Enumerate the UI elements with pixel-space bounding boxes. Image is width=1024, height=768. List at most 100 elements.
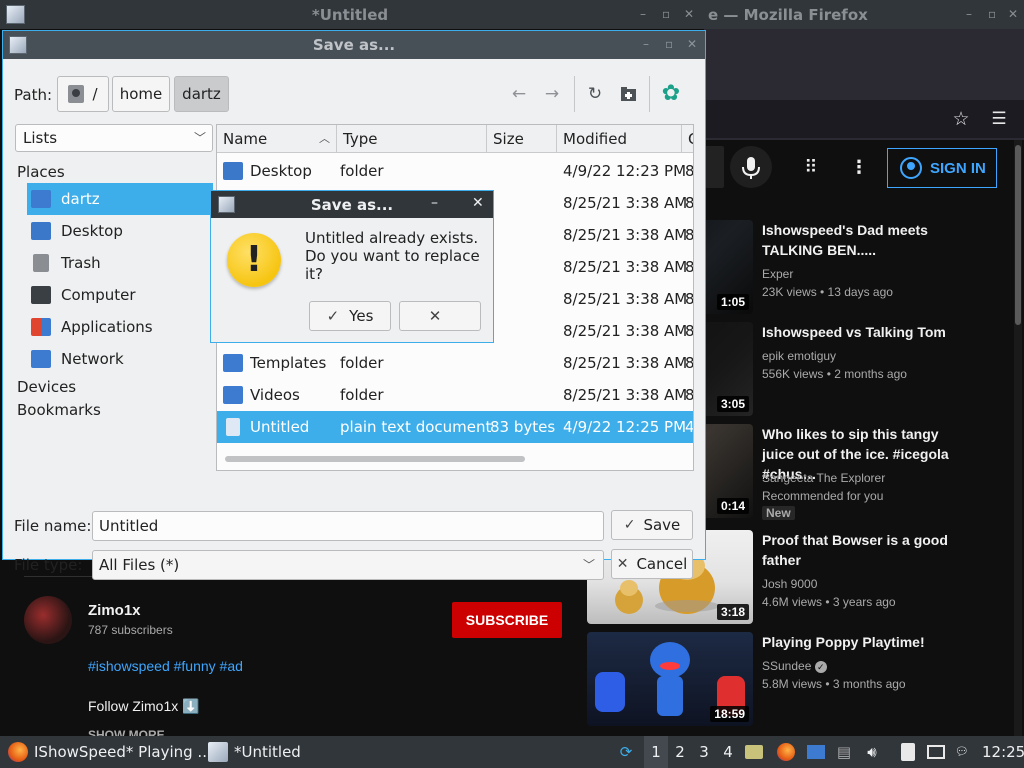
forward-arrow-icon[interactable]: → (540, 82, 564, 106)
dialog-title: Save as... (312, 36, 396, 54)
sidebar-item-trash[interactable]: Trash (27, 247, 213, 279)
app-logo-icon[interactable]: ✿ (659, 82, 683, 106)
video-title[interactable]: Proof that Bowser is a good father (762, 530, 972, 570)
table-row[interactable]: Videos folder 8/25/21 3:38 AM 8 (217, 379, 693, 411)
close-icon[interactable]: ✕ (684, 7, 694, 21)
view-mode-select[interactable]: Lists ﹀ (15, 124, 213, 152)
sign-in-label: SIGN IN (930, 159, 986, 177)
horizontal-scrollbar[interactable] (225, 456, 525, 462)
close-icon[interactable]: ✕ (687, 37, 697, 51)
firefox-minimize-icon[interactable]: – (966, 7, 972, 21)
show-desktop-icon[interactable] (806, 742, 826, 762)
column-header-name[interactable]: Name ︿ (217, 125, 337, 153)
cancel-button[interactable]: ✕ Cancel (611, 549, 693, 579)
new-badge: New (762, 506, 795, 520)
breadcrumb-root[interactable]: / (57, 76, 109, 112)
hashtags-link[interactable]: #ishowspeed #funny #ad (88, 658, 243, 674)
minimize-icon[interactable]: – (431, 195, 438, 211)
file-type-select[interactable]: All Files (*) ﹀ (92, 550, 604, 580)
clipboard-icon[interactable] (898, 742, 918, 762)
new-folder-icon[interactable] (617, 82, 641, 106)
no-button[interactable]: ✕ (399, 301, 481, 331)
file-type-label: File type: (14, 556, 83, 574)
sidebar-item-desktop[interactable]: Desktop (27, 215, 213, 247)
column-header-modified[interactable]: Modified (557, 125, 682, 153)
workspace-2[interactable]: 2 (668, 736, 692, 768)
video-item[interactable]: 18:59 Playing Poppy Playtime! SSundee ✓ … (587, 632, 1007, 728)
breadcrumb-dartz[interactable]: dartz (174, 76, 229, 112)
save-button[interactable]: ✓ Save (611, 510, 693, 540)
sidebar-item-dartz[interactable]: dartz (27, 183, 213, 215)
subscribe-button[interactable]: SUBSCRIBE (452, 602, 562, 638)
dialog-titlebar[interactable]: Save as... – ▫ ✕ (3, 31, 705, 59)
workspace-1[interactable]: 1 (644, 736, 668, 768)
volume-icon[interactable]: 🔊︎ (862, 742, 882, 762)
network-tray-icon[interactable] (926, 742, 946, 762)
taskbar-item-editor[interactable]: *Untitled (208, 736, 301, 768)
minimize-icon[interactable]: – (643, 37, 649, 51)
video-duration: 1:05 (716, 294, 749, 310)
close-icon[interactable]: ✕ (472, 195, 484, 211)
video-title[interactable]: Ishowspeed's Dad meets TALKING BEN..... (762, 220, 972, 260)
sidebar-item-applications[interactable]: Applications (27, 311, 213, 343)
notes-icon[interactable]: ▤ (834, 742, 854, 762)
workspace-3[interactable]: 3 (692, 736, 716, 768)
desktop-switcher-icon[interactable]: ⟳ (616, 742, 636, 762)
apps-grid-icon[interactable]: ⠿ (800, 157, 822, 179)
firefox-launcher-icon[interactable] (776, 742, 796, 762)
network-icon (31, 350, 51, 368)
video-thumbnail[interactable]: 18:59 (587, 632, 753, 726)
table-row[interactable]: Desktop folder 4/9/22 12:23 PM 8 (217, 155, 693, 187)
reload-icon[interactable]: ↻ (583, 82, 607, 106)
description-text: Follow Zimo1x ⬇️ (88, 698, 200, 714)
places-header: Places (17, 163, 65, 181)
video-channel[interactable]: SSundee ✓ (762, 657, 827, 675)
dialog-titlebar[interactable]: Save as... – ✕ (211, 191, 493, 218)
voice-search-button[interactable] (730, 146, 772, 188)
verified-icon: ✓ (814, 660, 827, 673)
sidebar-item-computer[interactable]: Computer (27, 279, 213, 311)
video-stats: 4.6M views • 3 years ago (762, 595, 896, 609)
clock[interactable]: 12:25 (982, 736, 1024, 768)
maximize-icon[interactable]: ▫ (662, 7, 670, 21)
workspace-4[interactable]: 4 (716, 736, 740, 768)
file-name-input[interactable]: Untitled (92, 511, 604, 541)
avatar[interactable] (24, 596, 72, 644)
yes-button[interactable]: ✓ Yes (309, 301, 391, 331)
sign-in-button[interactable]: SIGN IN (887, 148, 997, 188)
video-stats: 5.8M views • 3 months ago (762, 677, 906, 691)
video-channel[interactable]: epik emotiguy (762, 347, 836, 365)
firefox-urlbar-area[interactable] (704, 100, 1024, 138)
file-manager-icon[interactable] (744, 742, 764, 762)
notification-icon[interactable]: 💬︎ (952, 742, 972, 762)
maximize-icon[interactable]: ▫ (665, 37, 673, 51)
hamburger-menu-icon[interactable]: ☰ (988, 108, 1010, 130)
taskbar-item-firefox[interactable]: IShowSpeed* Playing ... (8, 736, 212, 768)
video-title[interactable]: Playing Poppy Playtime! (762, 632, 972, 652)
bookmarks-header[interactable]: Bookmarks (17, 401, 101, 419)
more-options-icon[interactable]: ⋮ (848, 157, 870, 179)
video-title[interactable]: Ishowspeed vs Talking Tom (762, 322, 972, 342)
page-scrollbar[interactable] (1014, 140, 1022, 736)
column-header-type[interactable]: Type (337, 125, 487, 153)
channel-name[interactable]: Zimo1x (88, 602, 141, 619)
firefox-maximize-icon[interactable]: ▫ (988, 7, 996, 21)
file-name-label: File name: (14, 517, 92, 535)
replace-confirm-dialog: Save as... – ✕ ! Untitled already exists… (210, 190, 494, 343)
minimize-icon[interactable]: – (640, 7, 646, 21)
back-arrow-icon[interactable]: ← (507, 82, 531, 106)
video-channel[interactable]: Sangeeta The Explorer (762, 469, 885, 487)
search-box[interactable] (704, 146, 724, 188)
bookmark-star-icon[interactable]: ☆ (950, 108, 972, 130)
video-channel[interactable]: Exper (762, 265, 793, 283)
toolbar-separator (649, 76, 650, 112)
column-header-more[interactable]: C (682, 125, 693, 153)
video-channel[interactable]: Josh 9000 (762, 575, 817, 593)
devices-header[interactable]: Devices (17, 378, 76, 396)
breadcrumb-home[interactable]: home (112, 76, 170, 112)
table-row-selected[interactable]: Untitled plain text document 83 bytes 4/… (217, 411, 693, 443)
column-header-size[interactable]: Size (487, 125, 557, 153)
table-row[interactable]: Templates folder 8/25/21 3:38 AM 8 (217, 347, 693, 379)
firefox-close-icon[interactable]: ✕ (1008, 7, 1018, 21)
sidebar-item-network[interactable]: Network (27, 343, 213, 375)
